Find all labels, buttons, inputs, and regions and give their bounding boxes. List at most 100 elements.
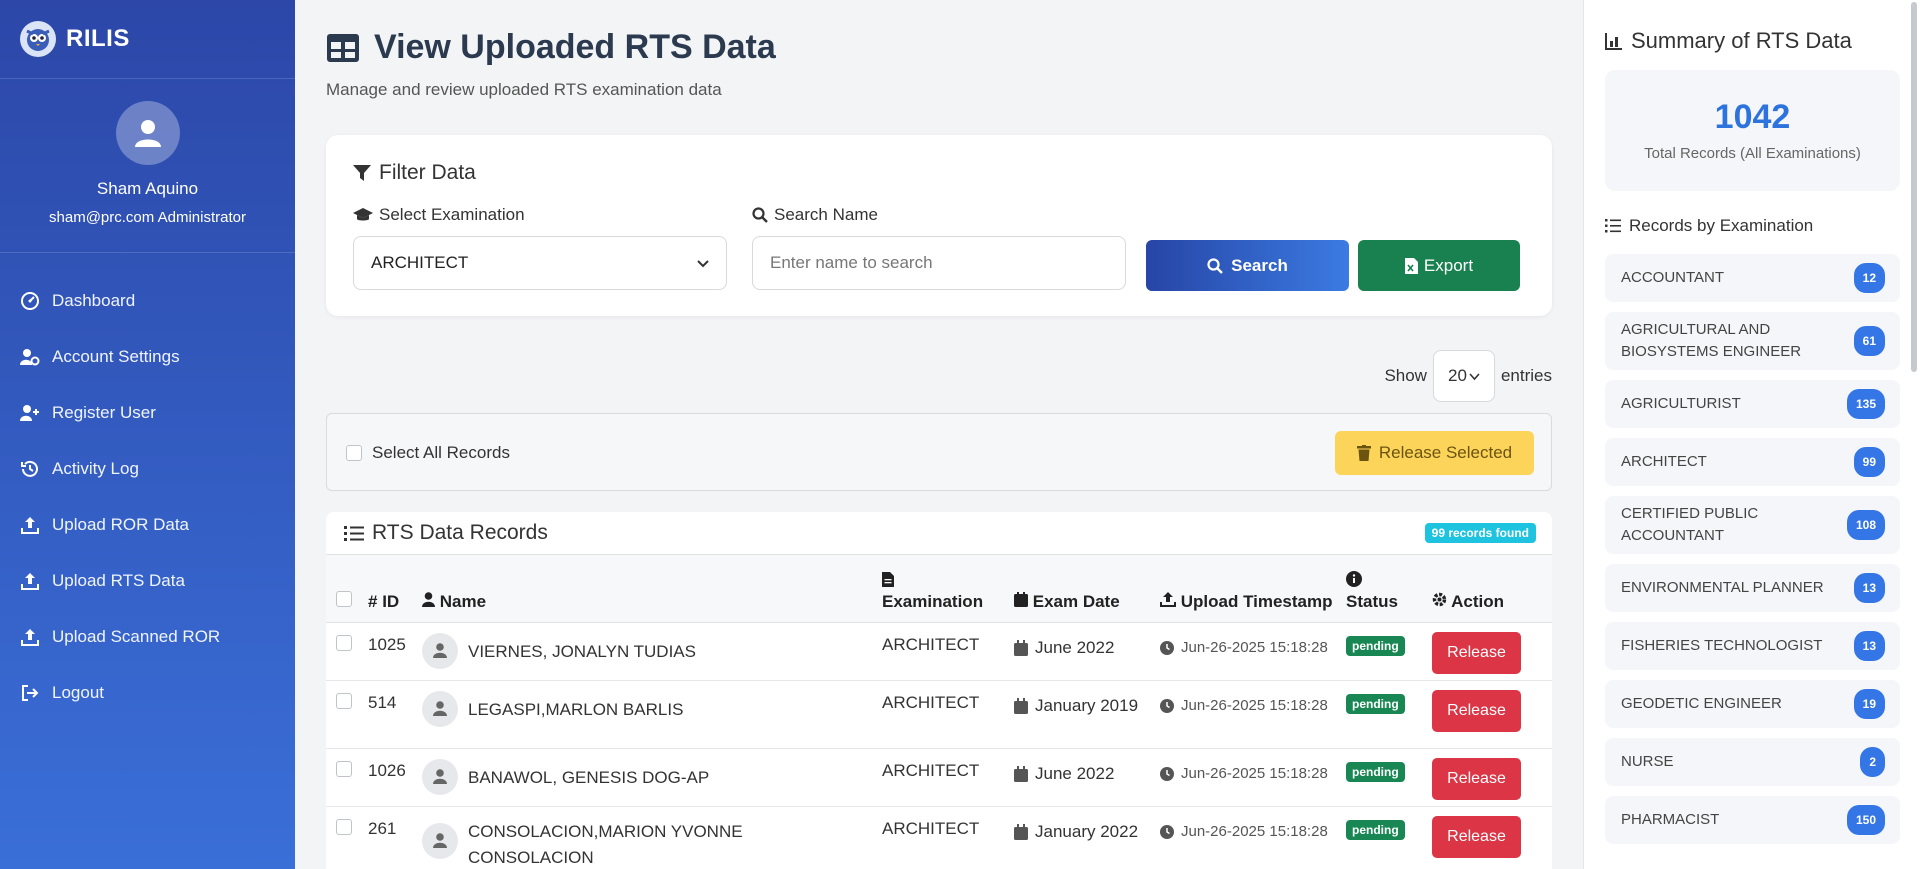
- exam-label: Select Examination: [353, 205, 525, 225]
- search-icon: [1207, 257, 1223, 274]
- exam-count-badge: 19: [1853, 689, 1885, 719]
- entries-select[interactable]: 20: [1432, 350, 1495, 402]
- row-exam-date: June 2022: [1035, 637, 1115, 657]
- row-id: 1026: [368, 748, 422, 807]
- records-found-badge: 99 records found: [1424, 523, 1536, 543]
- row-upload-timestamp: Jun-26-2025 15:18:28: [1181, 822, 1328, 840]
- row-upload-timestamp: Jun-26-2025 15:18:28: [1181, 638, 1328, 656]
- nav-upload-ror-data[interactable]: Upload ROR Data: [0, 497, 295, 553]
- row-id: 1025: [368, 622, 422, 681]
- status-badge: pending: [1346, 693, 1405, 714]
- nav-upload-rts-data[interactable]: Upload RTS Data: [0, 553, 295, 609]
- nav-account-settings[interactable]: Account Settings: [0, 329, 295, 385]
- release-selected-button[interactable]: Release Selected: [1335, 431, 1534, 475]
- exam-count-badge: 108: [1846, 510, 1885, 540]
- table-row: 1025 VIERNES, JONALYN TUDIAS ARCHITECT J…: [326, 622, 1552, 681]
- clock-icon: [1160, 640, 1174, 655]
- select-all-checkbox[interactable]: Select All Records: [346, 443, 510, 463]
- exam-name: CERTIFIED PUBLIC ACCOUNTANT: [1621, 505, 1759, 544]
- exam-count-item[interactable]: NURSE 2: [1605, 738, 1900, 786]
- header-exam-label: Examination: [882, 591, 984, 611]
- row-exam: ARCHITECT: [882, 622, 1014, 681]
- chevron-down-icon: [1469, 372, 1480, 380]
- avatar[interactable]: [115, 101, 180, 165]
- excel-file-icon: [1404, 257, 1418, 274]
- row-exam: ARCHITECT: [882, 680, 1014, 749]
- nav-activity-log[interactable]: Activity Log: [0, 441, 295, 497]
- header-checkbox[interactable]: [336, 590, 352, 607]
- exam-name: GEODETIC ENGINEER: [1621, 695, 1782, 712]
- row-checkbox[interactable]: [336, 818, 352, 835]
- bulk-action-bar: Select All Records Release Selected: [326, 413, 1552, 491]
- exam-count-item[interactable]: ARCHITECT 99: [1605, 438, 1900, 486]
- row-action-cell: Release: [1432, 748, 1552, 807]
- row-checkbox[interactable]: [336, 634, 352, 651]
- summary-title: Summary of RTS Data: [1605, 28, 1852, 54]
- exam-count-item[interactable]: AGRICULTURIST 135: [1605, 380, 1900, 428]
- filter-title: Filter Data: [353, 161, 476, 185]
- release-selected-label: Release Selected: [1378, 443, 1513, 462]
- records-table-card: RTS Data Records 99 records found # ID N…: [326, 512, 1552, 869]
- user-profile: Sham Aquino sham@prc.com Administrator: [0, 79, 295, 253]
- filter-icon: [353, 165, 371, 181]
- row-upload-cell: Jun-26-2025 15:18:28: [1160, 680, 1346, 749]
- release-button[interactable]: Release: [1432, 815, 1521, 858]
- exam-count-item[interactable]: ACCOUNTANT 12: [1605, 254, 1900, 302]
- calendar-icon: [1014, 823, 1028, 840]
- nav-label: Upload Scanned ROR: [52, 627, 221, 646]
- row-exam-date: January 2019: [1035, 695, 1139, 715]
- upload-icon: [21, 573, 39, 590]
- row-name-cell: VIERNES, JONALYN TUDIAS: [422, 622, 882, 681]
- nav-label: Account Settings: [52, 347, 180, 366]
- release-button[interactable]: Release: [1432, 631, 1521, 674]
- calendar-icon: [1014, 765, 1028, 782]
- exam-count-item[interactable]: PHARMACIST 150: [1605, 796, 1900, 844]
- records-by-exam-title: Records by Examination: [1605, 216, 1813, 236]
- search-icon: [752, 207, 768, 223]
- exam-count-item[interactable]: FISHERIES TECHNOLOGIST 13: [1605, 622, 1900, 670]
- exam-count-badge: 12: [1853, 263, 1885, 293]
- header-action-label: Action: [1451, 591, 1504, 611]
- exam-count-item[interactable]: ENVIRONMENTAL PLANNER 13: [1605, 564, 1900, 612]
- nav-dashboard[interactable]: Dashboard: [0, 273, 295, 329]
- brand[interactable]: RILIS: [0, 0, 295, 79]
- page-subtitle: Manage and review uploaded RTS examinati…: [326, 80, 722, 99]
- nav-register-user[interactable]: Register User: [0, 385, 295, 441]
- entries-show-label: Show: [1384, 366, 1427, 385]
- logout-icon: [22, 685, 39, 701]
- nav-logout[interactable]: Logout: [0, 665, 295, 721]
- checkbox[interactable]: [346, 445, 362, 461]
- sidebar: RILIS Sham Aquino sham@prc.com Administr…: [0, 0, 295, 869]
- row-checkbox[interactable]: [336, 760, 352, 777]
- release-button[interactable]: Release: [1432, 689, 1521, 732]
- header-status: Status: [1346, 555, 1432, 623]
- table-header-bar: RTS Data Records 99 records found: [326, 512, 1552, 555]
- exam-count-item[interactable]: CERTIFIED PUBLIC ACCOUNTANT 108: [1605, 496, 1900, 554]
- search-input[interactable]: [752, 236, 1126, 290]
- export-button[interactable]: Export: [1358, 240, 1520, 291]
- history-icon: [21, 460, 38, 477]
- table-title: RTS Data Records: [344, 521, 548, 545]
- row-checkbox[interactable]: [336, 692, 352, 709]
- avatar-icon: [422, 822, 458, 859]
- trash-icon: [1356, 445, 1371, 461]
- scrollbar[interactable]: [1911, 2, 1917, 372]
- release-button[interactable]: Release: [1432, 757, 1521, 800]
- search-button[interactable]: Search: [1146, 240, 1349, 291]
- exam-label-text: Select Examination: [379, 205, 525, 224]
- chevron-down-icon: [697, 260, 709, 268]
- row-select-cell: [326, 806, 368, 869]
- exam-count-item[interactable]: AGRICULTURAL AND BIOSYSTEMS ENGINEER 61: [1605, 312, 1900, 370]
- avatar-icon: [422, 632, 458, 669]
- profile-name: Sham Aquino: [96, 179, 199, 198]
- row-action-cell: Release: [1432, 680, 1552, 749]
- exam-count-item[interactable]: GEODETIC ENGINEER 19: [1605, 680, 1900, 728]
- summary-title-text: Summary of RTS Data: [1631, 28, 1852, 53]
- row-name: BANAWOL, GENESIS DOG-AP: [468, 767, 710, 787]
- exam-select[interactable]: ARCHITECT: [353, 236, 727, 290]
- entries-suffix-label: entries: [1500, 366, 1552, 385]
- nav-upload-scanned-ror[interactable]: Upload Scanned ROR: [0, 609, 295, 665]
- user-gear-icon: [20, 349, 40, 366]
- header-select: [326, 555, 368, 623]
- table-row: 1026 BANAWOL, GENESIS DOG-AP ARCHITECT J…: [326, 748, 1552, 807]
